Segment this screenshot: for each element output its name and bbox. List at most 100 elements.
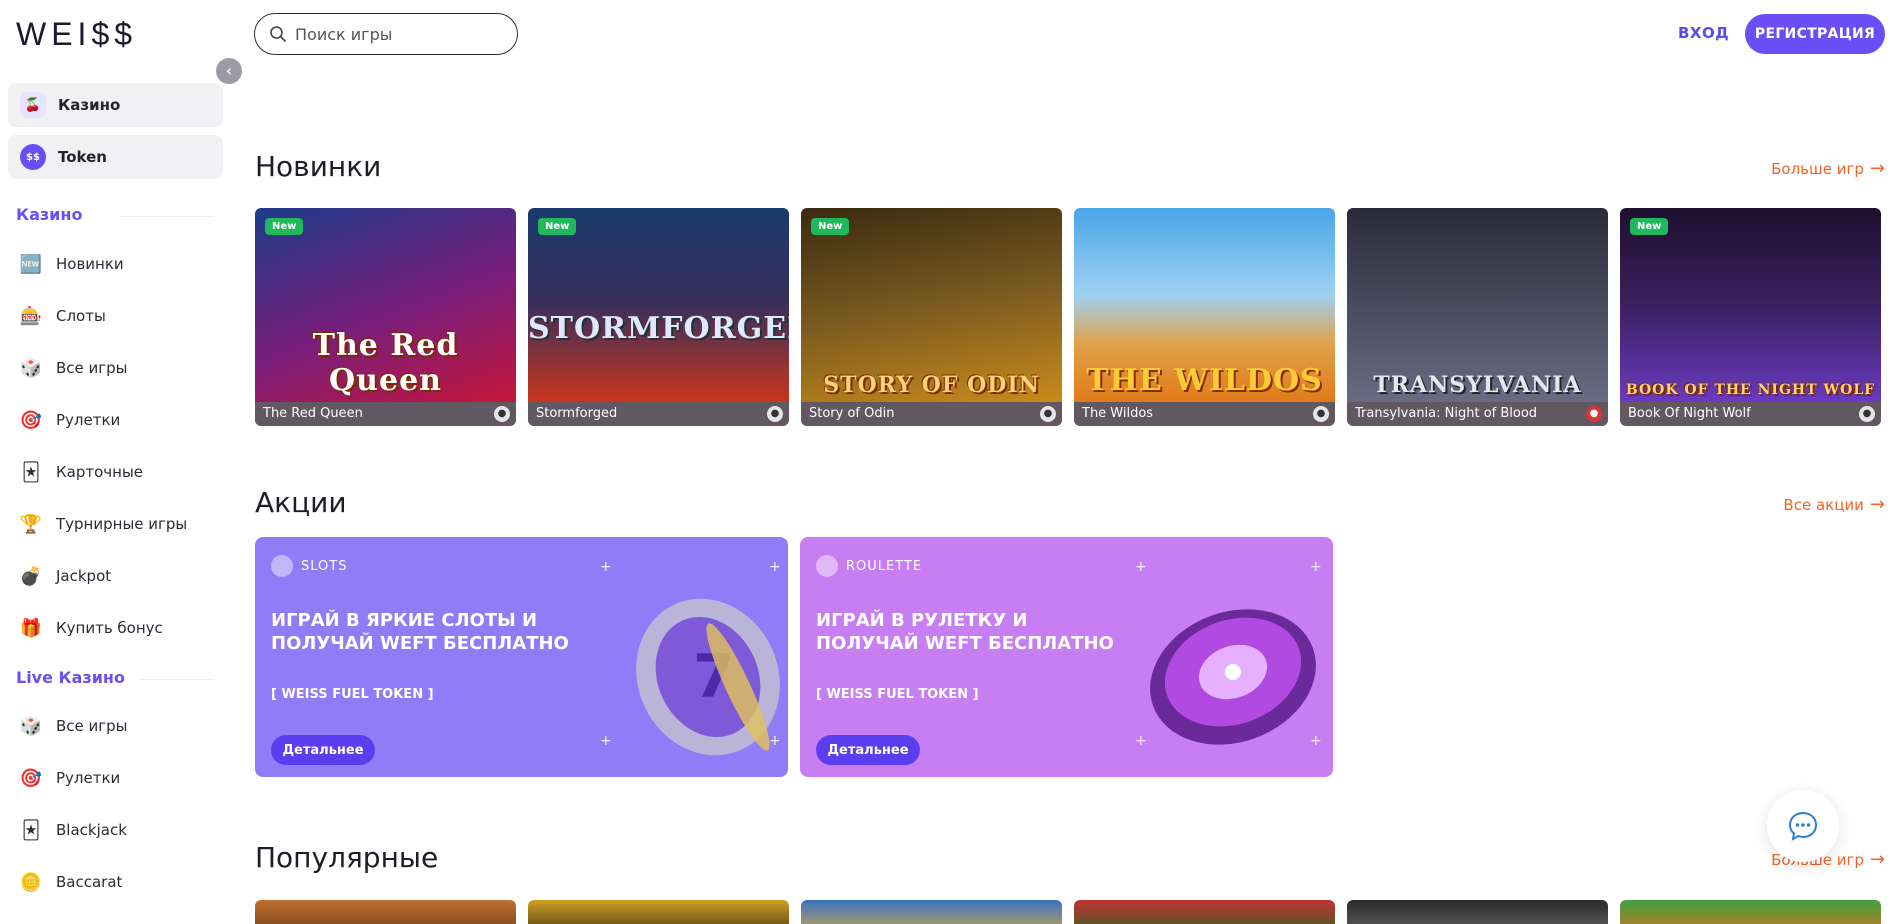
sidebar-collapse-button[interactable]: ‹ bbox=[216, 58, 242, 84]
game-name: Story of Odin bbox=[801, 402, 1062, 426]
sidebar-item-roulette[interactable]: 🎯 Рулетки bbox=[18, 406, 121, 434]
promo-subtitle: [ WEISS FUEL TOKEN ] bbox=[271, 687, 434, 702]
game-card[interactable]: TRANSYLVANIA Transylvania: Night of Bloo… bbox=[1347, 208, 1608, 426]
game-card[interactable] bbox=[528, 900, 789, 924]
promo-card-slots[interactable]: SLOTS ИГРАЙ В ЯРКИЕ СЛОТЫ И ПОЛУЧАЙ WEFT… bbox=[255, 537, 788, 777]
new-badge: New bbox=[538, 218, 577, 235]
trophy-icon: 🏆 bbox=[19, 513, 43, 535]
provider-icon: ● bbox=[1859, 406, 1875, 422]
provider-icon: ● bbox=[1040, 406, 1056, 422]
chips-icon: 🪙 bbox=[19, 871, 43, 893]
sidebar-top-casino[interactable]: 🍒 Казино bbox=[8, 83, 223, 127]
promo-details-button[interactable]: Детальнее bbox=[271, 735, 375, 765]
game-card[interactable]: BOOK OF THE NIGHT WOLF New Book Of Night… bbox=[1620, 208, 1881, 426]
page: WEI$$ 🍒 Казино $$ Token Казино 🆕 Новинки… bbox=[0, 0, 1899, 924]
search-icon bbox=[270, 26, 286, 42]
game-name: Stormforged bbox=[528, 402, 789, 426]
game-card[interactable] bbox=[255, 900, 516, 924]
sidebar-item-live-baccarat[interactable]: 🪙 Baccarat bbox=[18, 868, 123, 896]
promo-tag: ROULETTE bbox=[816, 555, 922, 577]
sidebar-item-label: Турнирные игры bbox=[56, 515, 188, 533]
game-card[interactable] bbox=[801, 900, 1062, 924]
cards-icon: 🃏 bbox=[21, 461, 41, 483]
sidebar-item-live-blackjack[interactable]: 🃏 Blackjack bbox=[18, 816, 127, 844]
register-button[interactable]: РЕГИСТРАЦИЯ bbox=[1745, 14, 1885, 54]
sidebar-item-label: Купить бонус bbox=[56, 619, 163, 637]
bomb-icon: 💣 bbox=[19, 565, 43, 587]
new-badge: New bbox=[811, 218, 850, 235]
popular-games-row bbox=[255, 900, 1881, 924]
sidebar-item-label: Рулетки bbox=[56, 769, 121, 787]
search-input[interactable] bbox=[295, 24, 495, 44]
promo-details-button[interactable]: Детальнее bbox=[816, 735, 920, 765]
new-badge: New bbox=[265, 218, 304, 235]
roulette-wheel-illustration bbox=[1150, 609, 1316, 745]
sidebar-item-label: Все игры bbox=[56, 359, 128, 377]
game-card[interactable]: STORY OF ODIN New Story of Odin ● bbox=[801, 208, 1062, 426]
section-divider bbox=[120, 216, 214, 217]
chat-button[interactable] bbox=[1767, 790, 1839, 862]
sidebar-item-slots[interactable]: 🎰 Слоты bbox=[18, 302, 106, 330]
game-card[interactable] bbox=[1347, 900, 1608, 924]
more-games-link[interactable]: Больше игр → bbox=[1771, 158, 1885, 179]
game-name: Transylvania: Night of Blood bbox=[1347, 402, 1608, 426]
token-icon: $$ bbox=[20, 144, 46, 170]
game-card[interactable]: The Red Queen New The Red Queen ● bbox=[255, 208, 516, 426]
game-art-title: STORMFORGED bbox=[528, 311, 789, 346]
game-art-title: The Red Queen bbox=[312, 328, 459, 398]
sidebar-top-token[interactable]: $$ Token bbox=[8, 135, 223, 179]
sidebar-top-label: Казино bbox=[58, 96, 121, 114]
game-card[interactable] bbox=[1074, 900, 1335, 924]
more-games-label: Больше игр bbox=[1771, 159, 1864, 178]
sidebar-item-live-all-games[interactable]: 🎲 Все игры bbox=[18, 712, 128, 740]
arrow-right-icon: → bbox=[1869, 158, 1885, 179]
promotions-title: Акции bbox=[255, 486, 347, 519]
promo-title: ИГРАЙ В ЯРКИЕ СЛОТЫ И ПОЛУЧАЙ WEFT БЕСПЛ… bbox=[271, 610, 569, 654]
sidebar-item-label: Baccarat bbox=[56, 873, 123, 891]
cherry-icon: 🍒 bbox=[20, 92, 46, 118]
provider-icon: ● bbox=[494, 406, 510, 422]
sidebar-item-label: Все игры bbox=[56, 717, 128, 735]
roulette-icon: 🎯 bbox=[19, 767, 43, 789]
casino-section-title: Казино bbox=[16, 205, 83, 224]
login-button[interactable]: ВХОД bbox=[1678, 24, 1729, 42]
sidebar-item-jackpot[interactable]: 💣 Jackpot bbox=[18, 562, 111, 590]
game-name: The Red Queen bbox=[255, 402, 516, 426]
brand-logo[interactable]: WEI$$ bbox=[16, 16, 137, 53]
roulette-tag-icon bbox=[816, 555, 838, 577]
arrow-right-icon: → bbox=[1869, 849, 1885, 870]
game-name: Book Of Night Wolf bbox=[1620, 402, 1881, 426]
game-art bbox=[528, 208, 789, 402]
slots-tag-icon bbox=[271, 555, 293, 577]
sidebar-item-tournaments[interactable]: 🏆 Турнирные игры bbox=[18, 510, 188, 538]
provider-icon: ● bbox=[767, 406, 783, 422]
sidebar-item-live-roulette[interactable]: 🎯 Рулетки bbox=[18, 764, 121, 792]
sidebar-item-new[interactable]: 🆕 Новинки bbox=[18, 250, 124, 278]
popular-title: Популярные bbox=[255, 841, 439, 874]
promo-subtitle: [ WEISS FUEL TOKEN ] bbox=[816, 687, 979, 702]
search-box[interactable] bbox=[254, 13, 518, 55]
sidebar-item-buy-bonus[interactable]: 🎁 Купить бонус bbox=[18, 614, 163, 642]
new-icon: 🆕 bbox=[19, 253, 43, 275]
sidebar-item-label: Рулетки bbox=[56, 411, 121, 429]
cards-icon: 🃏 bbox=[21, 819, 41, 841]
all-promotions-link[interactable]: Все акции → bbox=[1783, 494, 1885, 515]
game-art-title: BOOK OF THE NIGHT WOLF bbox=[1625, 382, 1876, 398]
slot-icon: 🎰 bbox=[19, 305, 43, 327]
sidebar-item-cards[interactable]: 🃏 Карточные bbox=[18, 458, 143, 486]
slot-reel-illustration: 7 bbox=[636, 598, 780, 756]
provider-icon: ● bbox=[1586, 406, 1602, 422]
sidebar-item-all-games[interactable]: 🎲 Все игры bbox=[18, 354, 128, 382]
roulette-icon: 🎯 bbox=[19, 409, 43, 431]
sidebar-item-label: Jackpot bbox=[56, 567, 112, 585]
live-casino-section-title: Live Казино bbox=[16, 668, 125, 687]
all-promotions-label: Все акции bbox=[1783, 495, 1864, 514]
game-card[interactable]: STORMFORGED New Stormforged ● bbox=[528, 208, 789, 426]
dice-icon: 🎲 bbox=[19, 357, 43, 379]
new-games-title: Новинки bbox=[255, 150, 382, 183]
promo-tag: SLOTS bbox=[271, 555, 347, 577]
game-card[interactable] bbox=[1620, 900, 1881, 924]
game-name: The Wildos bbox=[1074, 402, 1335, 426]
promo-card-roulette[interactable]: ROULETTE ИГРАЙ В РУЛЕТКУ И ПОЛУЧАЙ WEFT … bbox=[800, 537, 1333, 777]
game-card[interactable]: THE WILDOS The Wildos ● bbox=[1074, 208, 1335, 426]
